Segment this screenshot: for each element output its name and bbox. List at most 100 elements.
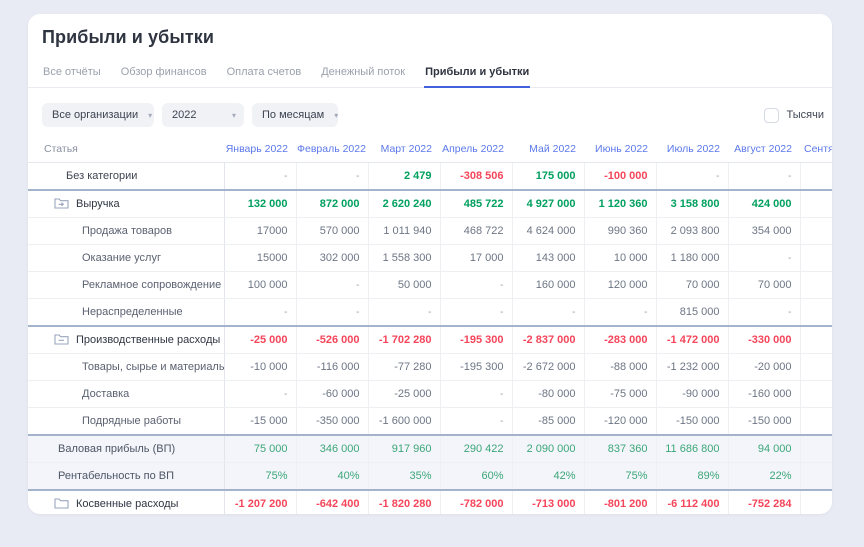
- column-header-month: Апрель 2022: [440, 136, 512, 163]
- cell-value: 837 360: [584, 435, 656, 463]
- period-select[interactable]: По месяцам▾: [252, 103, 338, 127]
- cell-value: -195 300: [440, 354, 512, 381]
- folder-income-icon[interactable]: [54, 198, 76, 210]
- folder-icon[interactable]: [54, 498, 76, 510]
- tab[interactable]: Прибыли и убытки: [424, 60, 530, 88]
- cell-value: -: [440, 381, 512, 408]
- cell-value: -283 000: [584, 326, 656, 354]
- cell-value: -85 000: [512, 408, 584, 436]
- cell-value: 132 000: [224, 190, 296, 218]
- cell-value: 10 000: [584, 245, 656, 272]
- cell-value: -116 000: [296, 354, 368, 381]
- cell-value: -: [728, 245, 800, 272]
- cell-value: -1 600 000: [368, 408, 440, 436]
- tab[interactable]: Денежный поток: [320, 60, 406, 87]
- cell-value: -25 000: [224, 326, 296, 354]
- cell-value: 290 422: [440, 435, 512, 463]
- row-label: Продажа товаров: [28, 218, 224, 245]
- cell-value: 2 093 800: [656, 218, 728, 245]
- table-row: Без категории--2 479-308 506175 000-100 …: [28, 163, 832, 191]
- row-label-text: Подрядные работы: [82, 415, 181, 427]
- cell-value: -801 200: [584, 490, 656, 514]
- cell-value: [800, 326, 832, 354]
- cell-value: 468 722: [440, 218, 512, 245]
- column-header-month: Август 2022: [728, 136, 800, 163]
- cell-value: -: [224, 163, 296, 191]
- cell-value: -88 000: [584, 354, 656, 381]
- cell-value: -: [224, 299, 296, 327]
- cell-value: -80 000: [512, 381, 584, 408]
- cell-value: -2 837 000: [512, 326, 584, 354]
- tab[interactable]: Все отчёты: [42, 60, 102, 87]
- cell-value: -90 000: [656, 381, 728, 408]
- thousands-checkbox[interactable]: [764, 108, 779, 123]
- cell-value: -: [656, 163, 728, 191]
- chevron-down-icon: ▾: [148, 111, 152, 120]
- cell-value: [800, 299, 832, 327]
- row-label[interactable]: Производственные расходы: [28, 326, 224, 354]
- organization-select[interactable]: Все организации▾: [42, 103, 154, 127]
- cell-value: -: [368, 299, 440, 327]
- column-header-month: Июль 2022: [656, 136, 728, 163]
- cell-value: [800, 463, 832, 491]
- table-row: Доставка--60 000-25 000--80 000-75 000-9…: [28, 381, 832, 408]
- row-label-text: Нераспределенные: [82, 306, 183, 318]
- cell-value: 424 000: [728, 190, 800, 218]
- table-row: Производственные расходы-25 000-526 000-…: [28, 326, 832, 354]
- cell-value: 70 000: [656, 272, 728, 299]
- cell-value: 75%: [584, 463, 656, 491]
- cell-value: 143 000: [512, 245, 584, 272]
- cell-value: 2 090 000: [512, 435, 584, 463]
- cell-value: -782 000: [440, 490, 512, 514]
- pl-table-body: Без категории--2 479-308 506175 000-100 …: [28, 163, 832, 515]
- tab[interactable]: Обзор финансов: [120, 60, 208, 87]
- folder-expense-icon[interactable]: [54, 334, 76, 346]
- chevron-down-icon: ▾: [334, 111, 338, 120]
- cell-value: -: [728, 163, 800, 191]
- year-select[interactable]: 2022▾: [162, 103, 244, 127]
- cell-value: 17 000: [440, 245, 512, 272]
- cell-value: 15000: [224, 245, 296, 272]
- cell-value: -713 000: [512, 490, 584, 514]
- row-label: Нераспределенные: [28, 299, 224, 327]
- filters-bar: Все организации▾ 2022▾ По месяцам▾ Тысячи: [28, 103, 832, 127]
- tab[interactable]: Оплата счетов: [226, 60, 303, 87]
- row-label-text: Продажа товаров: [82, 225, 172, 237]
- cell-value: -75 000: [584, 381, 656, 408]
- row-label[interactable]: Выручка: [28, 190, 224, 218]
- table-header-row: СтатьяЯнварь 2022Февраль 2022Март 2022Ап…: [28, 136, 832, 163]
- cell-value: -77 280: [368, 354, 440, 381]
- cell-value: 42%: [512, 463, 584, 491]
- cell-value: 4 927 000: [512, 190, 584, 218]
- column-header-month: Февраль 2022: [296, 136, 368, 163]
- cell-value: -330 000: [728, 326, 800, 354]
- profit-loss-card: Прибыли и убытки Все отчёты Обзор финансо…: [28, 14, 832, 514]
- cell-value: [800, 272, 832, 299]
- table-row: Валовая прибыль (ВП)75 000346 000917 960…: [28, 435, 832, 463]
- pl-table-wrap: СтатьяЯнварь 2022Февраль 2022Март 2022Ап…: [28, 136, 832, 514]
- cell-value: -: [296, 272, 368, 299]
- cell-value: -1 702 280: [368, 326, 440, 354]
- table-row: Товары, сырье и материалы-10 000-116 000…: [28, 354, 832, 381]
- row-label: Рекламное сопровождение: [28, 272, 224, 299]
- cell-value: -150 000: [728, 408, 800, 436]
- cell-value: [800, 381, 832, 408]
- thousands-toggle[interactable]: Тысячи: [764, 108, 824, 123]
- row-label[interactable]: Косвенные расходы: [28, 490, 224, 514]
- table-row: Нераспределенные------815 000-: [28, 299, 832, 327]
- cell-value: -1 820 280: [368, 490, 440, 514]
- cell-value: -120 000: [584, 408, 656, 436]
- cell-value: [800, 354, 832, 381]
- cell-value: [800, 190, 832, 218]
- cell-value: 354 000: [728, 218, 800, 245]
- thousands-label: Тысячи: [787, 109, 824, 121]
- tabs-bar: Все отчёты Обзор финансов Оплата счетов Ден…: [28, 60, 832, 88]
- cell-value: -1 472 000: [656, 326, 728, 354]
- row-label: Без категории: [28, 163, 224, 191]
- table-row: Рентабельность по ВП75%40%35%60%42%75%89…: [28, 463, 832, 491]
- row-label: Подрядные работы: [28, 408, 224, 436]
- cell-value: 1 180 000: [656, 245, 728, 272]
- cell-value: -2 672 000: [512, 354, 584, 381]
- cell-value: 3 158 800: [656, 190, 728, 218]
- cell-value: 1 120 360: [584, 190, 656, 218]
